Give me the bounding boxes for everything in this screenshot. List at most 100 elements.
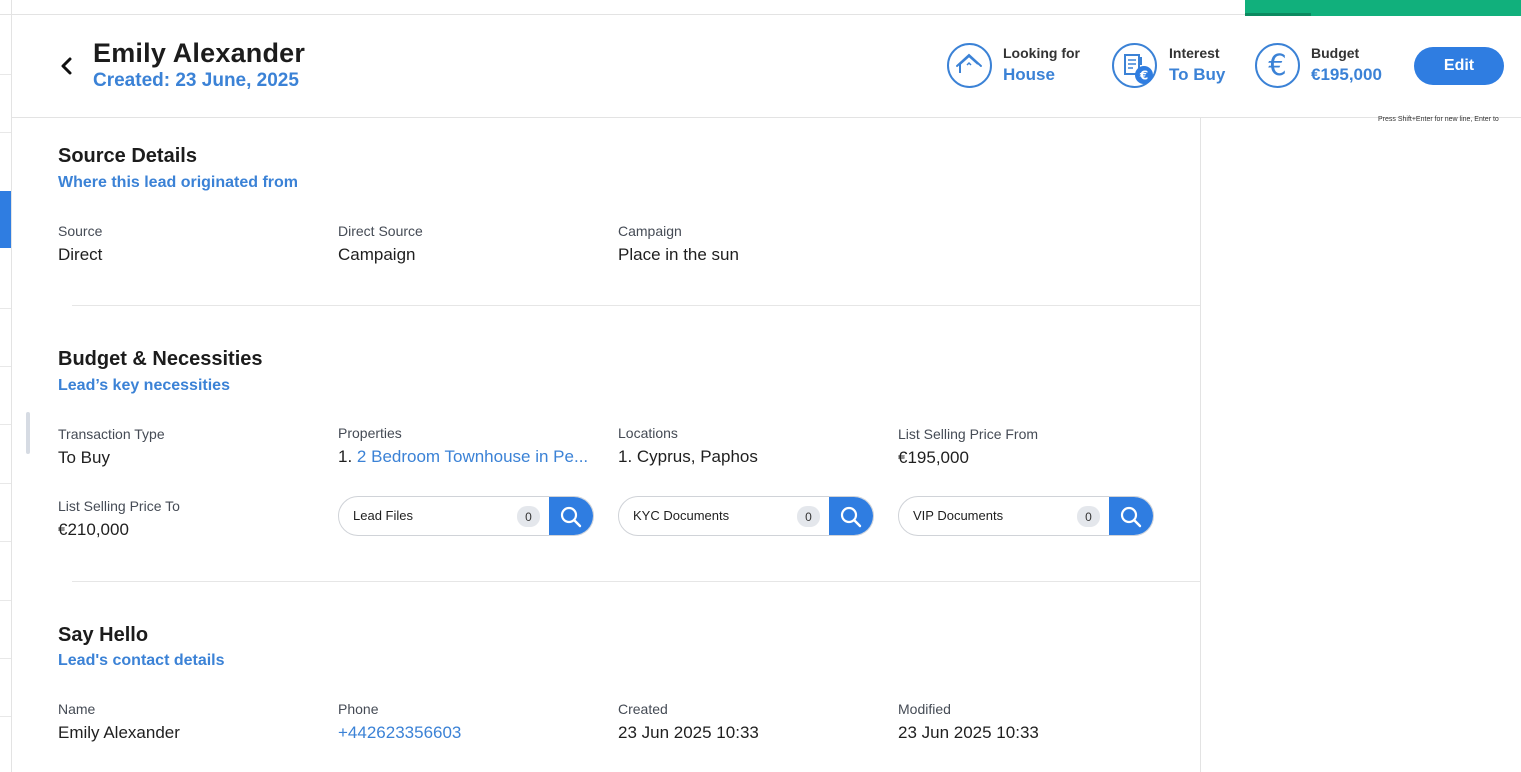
doc-count-badge: 0 bbox=[1077, 506, 1100, 527]
field-label: Direct Source bbox=[338, 223, 423, 239]
field-label: Campaign bbox=[618, 223, 682, 239]
nav-divider bbox=[0, 308, 11, 309]
field-label: List Selling Price To bbox=[58, 498, 180, 514]
field-value: €210,000 bbox=[58, 520, 129, 539]
budget-necessities-section: Budget & Necessities Lead’s key necessit… bbox=[58, 348, 263, 395]
field-value: 23 Jun 2025 10:33 bbox=[898, 723, 1039, 742]
vip-documents-box[interactable]: VIP Documents 0 bbox=[898, 496, 1154, 536]
field-value: €195,000 bbox=[898, 448, 969, 467]
notification-bar[interactable] bbox=[1245, 0, 1521, 16]
nav-divider bbox=[0, 483, 11, 484]
interest-stat: € Interest To Buy bbox=[1112, 43, 1242, 89]
field-label: Transaction Type bbox=[58, 426, 165, 442]
section-divider bbox=[72, 305, 1200, 306]
field-value: Emily Alexander bbox=[58, 723, 180, 742]
nav-active-indicator[interactable] bbox=[0, 191, 11, 248]
field-name: Name Emily Alexander bbox=[58, 701, 180, 743]
svg-text:€: € bbox=[1139, 69, 1148, 83]
property-link[interactable]: 2 Bedroom Townhouse in Pe... bbox=[357, 447, 588, 466]
input-hint: Press Shift+Enter for new line, Enter to bbox=[1378, 116, 1499, 123]
field-label: Created bbox=[618, 701, 668, 717]
looking-for-label: Looking for bbox=[1003, 45, 1080, 61]
field-label: List Selling Price From bbox=[898, 426, 1039, 442]
scrollbar-thumb[interactable] bbox=[26, 412, 30, 454]
kyc-documents-box[interactable]: KYC Documents 0 bbox=[618, 496, 874, 536]
back-button[interactable] bbox=[58, 55, 76, 77]
looking-for-stat: Looking for House bbox=[947, 43, 1097, 89]
nav-divider bbox=[0, 424, 11, 425]
field-properties: Properties 1. 2 Bedroom Townhouse in Pe.… bbox=[338, 425, 588, 467]
doc-count-badge: 0 bbox=[517, 506, 540, 527]
property-index: 1. bbox=[338, 447, 353, 466]
interest-value: To Buy bbox=[1169, 65, 1226, 84]
doc-count-badge: 0 bbox=[797, 506, 820, 527]
field-label: Source bbox=[58, 223, 103, 239]
doc-label: VIP Documents bbox=[913, 508, 1004, 523]
phone-link[interactable]: +442623356603 bbox=[338, 723, 461, 743]
field-value: 1. 2 Bedroom Townhouse in Pe... bbox=[338, 447, 588, 467]
field-price-to: List Selling Price To €210,000 bbox=[58, 498, 180, 540]
nav-divider bbox=[0, 541, 11, 542]
section-title: Budget & Necessities bbox=[58, 348, 263, 370]
search-icon bbox=[1120, 506, 1142, 528]
house-icon bbox=[947, 43, 992, 88]
nav-divider bbox=[0, 74, 11, 75]
field-value: Campaign bbox=[338, 245, 416, 264]
field-price-from: List Selling Price From €195,000 bbox=[898, 426, 1038, 468]
field-transaction-type: Transaction Type To Buy bbox=[58, 426, 165, 468]
field-label: Name bbox=[58, 701, 96, 717]
nav-divider bbox=[0, 600, 11, 601]
svg-text:€: € bbox=[1268, 48, 1286, 82]
panel-divider bbox=[1200, 118, 1201, 772]
source-details-section: Source Details Where this lead originate… bbox=[58, 145, 298, 192]
kyc-documents-search-button[interactable] bbox=[829, 497, 873, 535]
search-icon bbox=[560, 506, 582, 528]
field-value: 1. Cyprus, Paphos bbox=[618, 447, 758, 466]
left-nav-rail bbox=[0, 0, 12, 772]
interest-label: Interest bbox=[1169, 45, 1220, 61]
chevron-left-icon bbox=[61, 57, 72, 75]
vip-documents-search-button[interactable] bbox=[1109, 497, 1153, 535]
page-title: Emily Alexander bbox=[93, 38, 306, 68]
field-label: Properties bbox=[338, 425, 402, 441]
section-divider bbox=[72, 581, 1200, 582]
field-phone: Phone +442623356603 bbox=[338, 701, 461, 743]
nav-divider bbox=[0, 716, 11, 717]
section-title: Say Hello bbox=[58, 624, 149, 646]
doc-label: Lead Files bbox=[353, 508, 413, 523]
building-euro-icon: € bbox=[1112, 43, 1157, 88]
lead-files-search-button[interactable] bbox=[549, 497, 593, 535]
field-value: To Buy bbox=[58, 448, 110, 467]
doc-label: KYC Documents bbox=[633, 508, 730, 523]
budget-stat: € Budget €195,000 bbox=[1255, 43, 1395, 89]
search-icon bbox=[840, 506, 862, 528]
created-date: Created: 23 June, 2025 bbox=[93, 70, 299, 91]
field-source: Source Direct bbox=[58, 223, 102, 265]
field-label: Phone bbox=[338, 701, 379, 717]
say-hello-section: Say Hello Lead's contact details bbox=[58, 624, 225, 670]
lead-header: Emily Alexander Created: 23 June, 2025 L… bbox=[12, 15, 1521, 118]
field-value: Place in the sun bbox=[618, 245, 739, 264]
euro-icon: € bbox=[1255, 43, 1300, 88]
section-subtitle: Lead's contact details bbox=[58, 652, 225, 669]
field-value: Direct bbox=[58, 245, 103, 264]
nav-divider bbox=[0, 132, 11, 133]
budget-label: Budget bbox=[1311, 45, 1360, 61]
section-subtitle: Lead’s key necessities bbox=[58, 377, 230, 394]
nav-divider bbox=[0, 366, 11, 367]
field-locations: Locations 1. Cyprus, Paphos bbox=[618, 425, 758, 467]
edit-button[interactable]: Edit bbox=[1414, 47, 1504, 85]
looking-for-value: House bbox=[1003, 65, 1055, 84]
field-created: Created 23 Jun 2025 10:33 bbox=[618, 701, 759, 743]
field-value: 23 Jun 2025 10:33 bbox=[618, 723, 759, 742]
field-campaign: Campaign Place in the sun bbox=[618, 223, 739, 265]
field-label: Locations bbox=[618, 425, 678, 441]
lead-files-box[interactable]: Lead Files 0 bbox=[338, 496, 594, 536]
section-subtitle: Where this lead originated from bbox=[58, 174, 299, 191]
budget-value: €195,000 bbox=[1311, 65, 1382, 84]
field-direct-source: Direct Source Campaign bbox=[338, 223, 423, 265]
field-modified: Modified 23 Jun 2025 10:33 bbox=[898, 701, 1039, 743]
nav-divider bbox=[0, 658, 11, 659]
section-title: Source Details bbox=[58, 145, 197, 167]
field-label: Modified bbox=[898, 701, 951, 717]
